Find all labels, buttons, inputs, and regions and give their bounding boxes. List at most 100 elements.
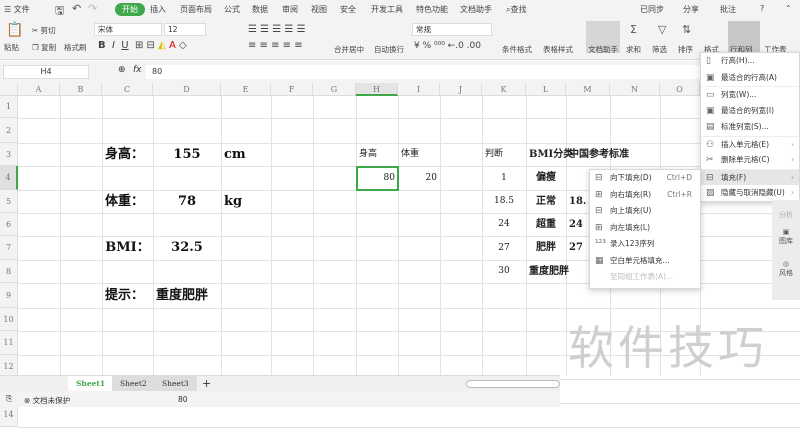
font-size-select[interactable]: 12 <box>164 23 206 36</box>
column-header-A[interactable]: A <box>18 83 60 96</box>
cell-K3[interactable]: 判断 <box>485 143 523 166</box>
paste-icon[interactable]: 📋 <box>6 22 23 38</box>
column-header-N[interactable]: N <box>610 83 660 96</box>
side-style[interactable]: ◎ 风格 <box>772 260 800 278</box>
zoom-icon[interactable]: ⊕ <box>118 65 126 75</box>
cell-E3[interactable]: cm <box>224 143 268 166</box>
menu-item-delete-cell[interactable]: ✂ 删除单元格(C) › <box>701 152 799 169</box>
tab-formulas[interactable]: 公式 <box>224 4 240 15</box>
number-buttons[interactable]: ¥ % ⁰⁰⁰ ←.0 .00 <box>414 41 481 51</box>
row-header-6[interactable]: 6 <box>0 213 18 236</box>
cell-I3[interactable]: 体重 <box>401 143 437 166</box>
cell-L8[interactable]: 重度肥胖 <box>529 260 569 283</box>
protect-status[interactable]: ⊗ 文档未保护 <box>24 395 70 406</box>
number-format-select[interactable]: 常规 <box>412 23 492 36</box>
sum-button[interactable]: 求和 <box>626 44 641 55</box>
wrap-text-button[interactable]: 自动换行 <box>374 44 404 55</box>
menu-item-fill-series[interactable]: ¹²³ 录入123序列 <box>590 236 700 253</box>
font-select[interactable]: 宋体 <box>94 23 162 36</box>
menu-item-fill-up[interactable]: ⊟ 向上填充(U) <box>590 203 700 220</box>
cell-H3[interactable]: 身高 <box>359 143 395 166</box>
file-menu[interactable]: ☰ 文件 <box>4 4 30 15</box>
menu-item-autofit-col[interactable]: ▣ 最适合的列宽(I) <box>701 103 799 120</box>
column-header-E[interactable]: E <box>221 83 271 96</box>
cell-K8[interactable]: 30 <box>485 260 523 283</box>
column-header-B[interactable]: B <box>60 83 102 96</box>
row-header-1[interactable]: 1 <box>0 96 18 118</box>
tab-data[interactable]: 数据 <box>252 4 268 15</box>
filter-button[interactable]: 筛选 <box>652 44 667 55</box>
cell-L6[interactable]: 超重 <box>529 213 563 236</box>
row-header-4[interactable]: 4 <box>0 166 18 190</box>
add-sheet-button[interactable]: + <box>194 376 219 391</box>
cell-C7[interactable]: BMI： <box>105 236 150 260</box>
cell-C5[interactable]: 体重： <box>105 190 150 213</box>
halign-buttons[interactable]: ≡ ≡ ≡ ≡ ≡ <box>248 40 303 51</box>
cell-C9[interactable]: 提示： <box>105 283 150 308</box>
sheet-tab-2[interactable]: Sheet2 <box>112 376 155 391</box>
cell-I4[interactable]: 20 <box>401 166 437 190</box>
side-analysis[interactable]: 分析 <box>772 210 800 220</box>
format-buttons[interactable]: B I U ⊞ ⊟ ◭ A ◇ <box>98 40 187 51</box>
cell-L3[interactable]: BMI分类 <box>529 143 573 166</box>
paste-button[interactable]: 粘贴 <box>4 42 19 53</box>
cond-format-button[interactable]: 条件格式 <box>502 44 532 55</box>
cell-C3[interactable]: 身高： <box>105 143 150 166</box>
undo-icon[interactable]: ↶ <box>72 2 81 15</box>
cut-button[interactable]: ✂ 剪切 <box>32 25 56 36</box>
tab-security[interactable]: 安全 <box>340 4 356 15</box>
tab-developer[interactable]: 开发工具 <box>371 4 403 15</box>
merge-center-button[interactable]: 合并居中 <box>334 44 364 55</box>
column-header-M[interactable]: M <box>566 83 610 96</box>
menu-item-col-width[interactable]: ▭ 列宽(W)... <box>701 86 799 103</box>
menu-item-autofit-row[interactable]: ▣ 最适合的行高(A) <box>701 70 799 87</box>
row-header-7[interactable]: 7 <box>0 236 18 260</box>
fx-icon[interactable]: fx <box>133 65 142 75</box>
tab-home[interactable]: 开始 <box>115 3 145 16</box>
row-header-9[interactable]: 9 <box>0 283 18 308</box>
sheet-tab-1[interactable]: Sheet1 <box>68 376 114 391</box>
column-header-L[interactable]: L <box>526 83 566 96</box>
menu-item-insert-cell[interactable]: ⚇ 插入单元格(E) › <box>701 135 799 153</box>
macro-icon[interactable]: ⎘ <box>6 394 12 404</box>
search-button[interactable]: ⌕查找 <box>506 4 526 15</box>
column-header-C[interactable]: C <box>102 83 153 96</box>
cell-K6[interactable]: 24 <box>485 213 523 236</box>
help-button[interactable]: ? <box>760 4 764 13</box>
cell-D3[interactable]: 155 <box>156 143 218 166</box>
menu-item-fill-left[interactable]: ⊞ 向左填充(L) <box>590 220 700 237</box>
corner-select-all[interactable] <box>0 83 18 96</box>
row-header-10[interactable]: 10 <box>0 308 18 331</box>
comment-button[interactable]: 批注 <box>720 4 736 15</box>
row-header-11[interactable]: 11 <box>0 331 18 355</box>
column-header-J[interactable]: J <box>440 83 482 96</box>
column-header-D[interactable]: D <box>153 83 221 96</box>
cell-K4[interactable]: 1 <box>485 166 523 190</box>
sort-button[interactable]: 排序 <box>678 44 693 55</box>
tab-review[interactable]: 审阅 <box>282 4 298 15</box>
cell-D5[interactable]: 78 <box>156 190 218 213</box>
column-header-O[interactable]: O <box>660 83 700 96</box>
cell-L4[interactable]: 偏瘦 <box>529 166 563 190</box>
copy-button[interactable]: ❐ 复制 <box>32 42 56 53</box>
tab-page-layout[interactable]: 页面布局 <box>180 4 212 15</box>
menu-item-fill-across-sheets[interactable]: 至同组工作表(A)... <box>590 269 700 286</box>
align-buttons[interactable]: ☰ ☰ ☰ ☰ ☰ <box>248 24 306 35</box>
doc-helper-button[interactable]: 文档助手 <box>588 44 618 55</box>
cell-E5[interactable]: kg <box>224 190 268 213</box>
cell-D9[interactable]: 重度肥胖 <box>156 283 218 308</box>
sheet-tab-3[interactable]: Sheet3 <box>154 376 197 391</box>
menu-item-fill-right[interactable]: ⊞ 向右填充(R) Ctrl+R <box>590 187 700 204</box>
side-gallery[interactable]: ▣ 图库 <box>772 228 800 246</box>
tab-view[interactable]: 视图 <box>311 4 327 15</box>
column-header-G[interactable]: G <box>313 83 356 96</box>
column-header-I[interactable]: I <box>398 83 440 96</box>
name-box[interactable]: H4 <box>3 65 89 79</box>
redo-icon[interactable]: ↷ <box>88 2 97 15</box>
cell-K7[interactable]: 27 <box>485 236 523 260</box>
table-style-button[interactable]: 表格样式 <box>543 44 573 55</box>
format-painter-button[interactable]: 格式刷 <box>64 42 87 53</box>
menu-item-row-height[interactable]: ▯ 行高(H)... <box>701 53 799 70</box>
tab-features[interactable]: 特色功能 <box>416 4 448 15</box>
cell-L5[interactable]: 正常 <box>529 190 563 213</box>
